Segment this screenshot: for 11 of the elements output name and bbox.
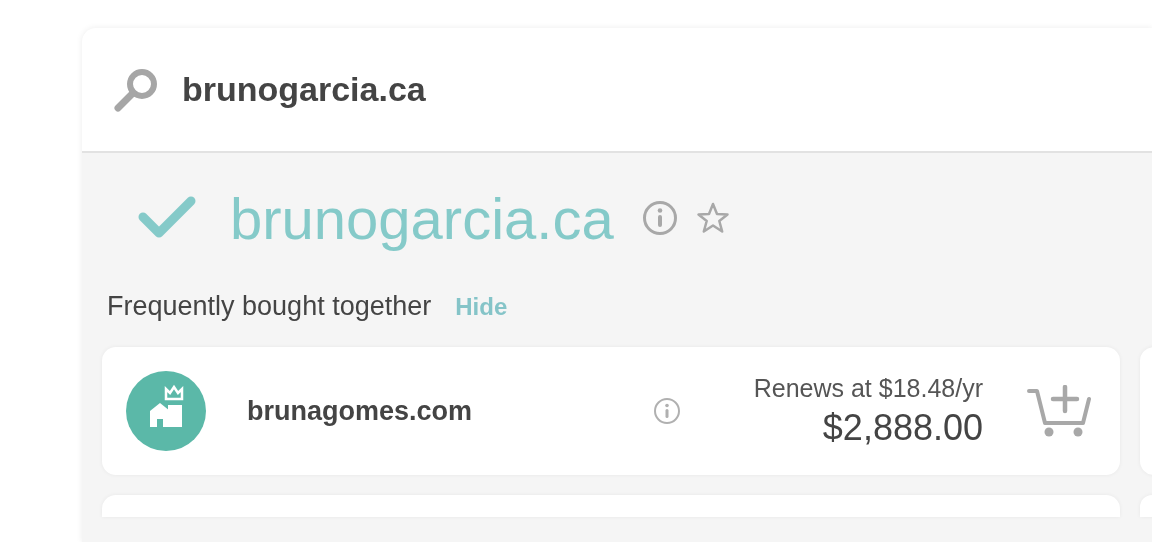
domain-name: brunogarcia.ca [230,184,614,252]
info-icon[interactable] [653,397,681,425]
price: $2,888.00 [822,406,983,449]
star-icon[interactable] [695,201,730,235]
section-heading: Frequently bought together [107,291,432,322]
domain-name: brunagomes.com [247,395,474,427]
add-to-cart-icon[interactable] [1027,385,1091,437]
renewal-price: Renews at $18.48/yr [753,373,983,403]
castle-logo-icon [126,371,206,451]
search-field[interactable]: brunogarcia.ca [182,70,502,109]
info-icon[interactable] [641,200,678,236]
